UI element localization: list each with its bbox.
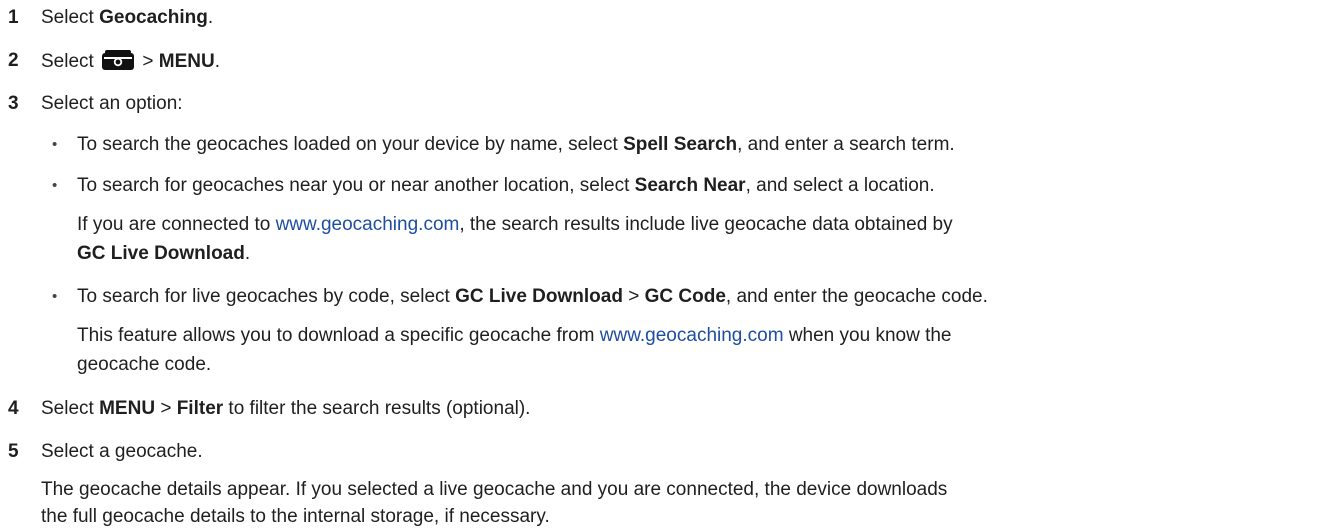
- geocaching-link[interactable]: www.geocaching.com: [276, 214, 460, 235]
- option-note: This feature allows you to download a sp…: [77, 325, 952, 346]
- geocache-box-icon: [101, 49, 135, 71]
- step-text: Select a geocache.: [41, 441, 203, 462]
- option-note-cont: geocache code.: [77, 354, 212, 375]
- result-line-1: The geocache details appear. If you sele…: [41, 479, 948, 500]
- step-text: Select an option:: [41, 93, 183, 114]
- step-text: Select: [41, 51, 100, 72]
- bullet: •: [52, 136, 58, 153]
- bold-ui-term: MENU: [99, 398, 156, 419]
- bold-ui-term: MENU: [158, 51, 215, 72]
- bold-ui-term: Spell Search: [623, 134, 738, 155]
- bullet: •: [52, 288, 58, 305]
- option-note-cont: GC Live Download.: [77, 243, 251, 264]
- geocaching-link[interactable]: www.geocaching.com: [600, 325, 784, 346]
- bold-ui-term: Filter: [176, 398, 224, 419]
- result-line-2: the full geocache details to the interna…: [41, 506, 550, 527]
- bullet: •: [52, 177, 58, 194]
- bold-ui-term: GC Live Download: [77, 243, 245, 264]
- step-number: 2: [8, 50, 19, 71]
- step-number: 5: [8, 441, 19, 462]
- bold-ui-term: GC Live Download: [455, 286, 623, 307]
- bold-ui-term: Geocaching: [99, 7, 208, 28]
- step-number: 4: [8, 398, 19, 419]
- step-number: 1: [8, 7, 19, 28]
- step-number: 3: [8, 93, 19, 114]
- bold-ui-term: Search Near: [634, 175, 746, 196]
- bold-ui-term: GC Code: [644, 286, 726, 307]
- step-text: Select: [41, 7, 100, 28]
- option-note: If you are connected to www.geocaching.c…: [77, 214, 953, 235]
